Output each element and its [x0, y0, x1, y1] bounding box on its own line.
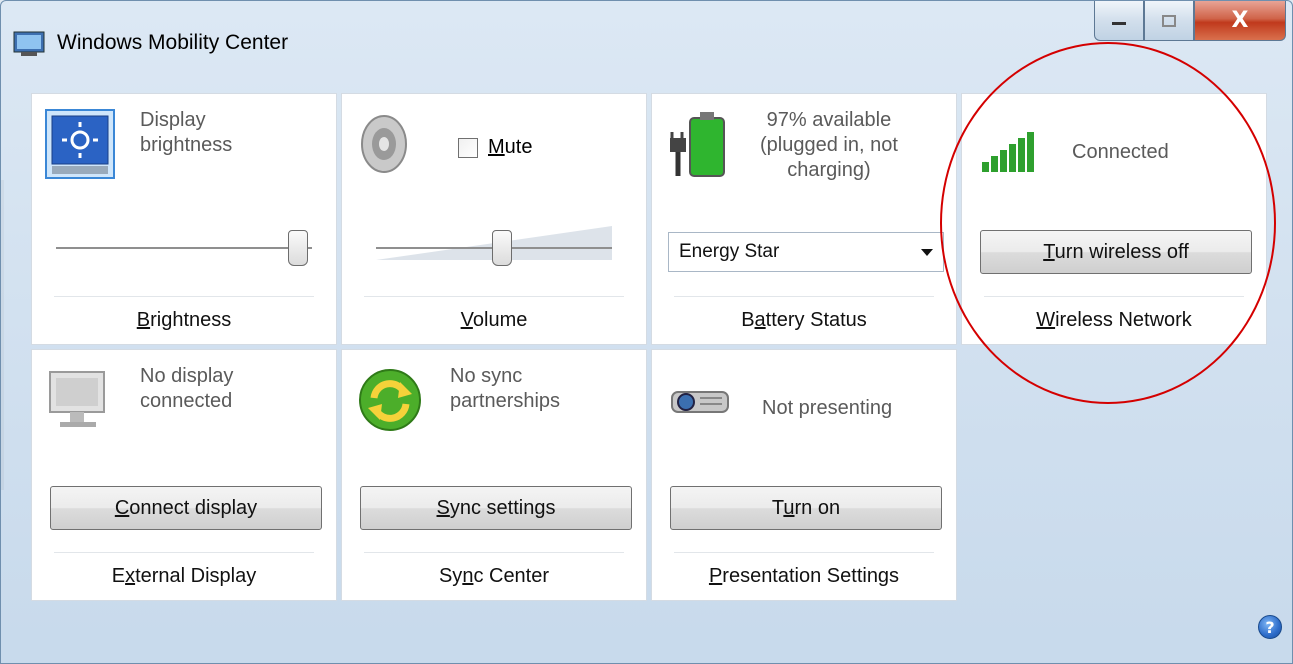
- connect-button-accel: C: [114, 497, 130, 519]
- sync-desc-line2: partnerships: [450, 390, 561, 412]
- battery-desc-line1: 97% available: [766, 109, 892, 131]
- sync-settings-button[interactable]: Sync settings: [360, 486, 632, 530]
- sync-desc-line1: No sync: [450, 365, 523, 387]
- divider: [54, 296, 314, 297]
- turn-wireless-off-button[interactable]: Turn wireless off: [980, 230, 1252, 274]
- sync-button-accel: S: [436, 497, 450, 519]
- wireless-name-rest: ireless Network: [1055, 309, 1192, 331]
- external-display-tile-name: External Display: [32, 565, 336, 588]
- divider: [674, 296, 934, 297]
- wireless-status: Connected: [1072, 141, 1169, 163]
- connect-display-button[interactable]: Connect display: [50, 486, 322, 530]
- wireless-accel: W: [1036, 309, 1056, 331]
- external-accel: x: [125, 565, 136, 587]
- power-plan-value: Energy Star: [679, 241, 780, 262]
- presentation-status: Not presenting: [762, 397, 893, 419]
- mute-label-rest: ute: [504, 136, 533, 158]
- help-icon[interactable]: ?: [1258, 615, 1282, 639]
- tile-volume: Mute Volume: [341, 93, 647, 345]
- external-desc-line2: connected: [140, 390, 233, 412]
- sync-accel: n: [462, 565, 474, 587]
- presentation-name-rest: resentation Settings: [722, 565, 900, 587]
- close-button[interactable]: X: [1194, 1, 1286, 41]
- sync-name-pre: Sy: [438, 565, 463, 587]
- divider: [364, 552, 624, 553]
- power-plan-select[interactable]: Energy Star: [668, 232, 944, 272]
- brightness-desc-line1: Display: [140, 109, 206, 131]
- tile-presentation-settings: Not presenting Turn on Presentation Sett…: [651, 349, 957, 601]
- battery-name-rest: ttery Status: [765, 309, 867, 331]
- battery-name-pre: B: [741, 309, 755, 331]
- external-name-pre: E: [111, 565, 126, 587]
- window-title: Windows Mobility Center: [57, 31, 289, 54]
- title-bar[interactable]: Windows Mobility Center X: [1, 1, 1292, 91]
- brightness-description: Display brightness: [140, 108, 232, 158]
- tile-grid: Display brightness Brightness Mute Volum…: [31, 93, 1271, 601]
- wireless-button-accel: T: [1043, 241, 1055, 263]
- tile-battery: 97% available (plugged in, not charging)…: [651, 93, 957, 345]
- maximize-icon: [1162, 14, 1176, 27]
- mobility-center-window: Windows Mobility Center X Display bright…: [0, 0, 1293, 664]
- external-name-rest: ternal Display: [135, 565, 257, 587]
- presentation-tile-name: Presentation Settings: [652, 565, 956, 588]
- tile-wireless: Connected Turn wireless off Wireless Net…: [961, 93, 1267, 345]
- battery-desc-line2: (plugged in, not: [760, 134, 898, 156]
- brightness-name-rest: rightness: [150, 309, 232, 331]
- close-icon: X: [1231, 8, 1249, 33]
- brightness-desc-line2: brightness: [140, 134, 233, 156]
- chevron-down-icon: [921, 249, 933, 256]
- mute-accel: M: [488, 136, 505, 158]
- volume-tile-name: Volume: [342, 309, 646, 332]
- connect-button-rest: onnect display: [129, 497, 258, 519]
- sync-icon[interactable]: [354, 364, 426, 436]
- sync-button-rest: ync settings: [449, 497, 556, 519]
- brightness-accel: B: [136, 309, 151, 331]
- divider: [54, 552, 314, 553]
- present-button-accel: u: [783, 497, 795, 519]
- volume-name-rest: olume: [472, 309, 528, 331]
- display-brightness-icon[interactable]: [44, 108, 116, 180]
- battery-desc-line3: charging): [787, 159, 871, 181]
- minimize-button[interactable]: [1094, 1, 1144, 41]
- mobility-center-icon: [13, 31, 45, 56]
- divider: [674, 552, 934, 553]
- brightness-slider-track[interactable]: [56, 247, 312, 249]
- turn-on-presentation-button[interactable]: Turn on: [670, 486, 942, 530]
- battery-description: 97% available (plugged in, not charging): [760, 108, 898, 183]
- volume-accel: V: [460, 309, 473, 331]
- external-display-description: No display connected: [140, 364, 233, 414]
- divider: [364, 296, 624, 297]
- sync-center-tile-name: Sync Center: [342, 565, 646, 588]
- volume-slider-thumb[interactable]: [492, 230, 512, 266]
- sync-name-rest: c Center: [473, 565, 550, 587]
- mute-label: Mute: [488, 136, 532, 159]
- presentation-accel: P: [708, 565, 723, 587]
- wireless-tile-name: Wireless Network: [962, 309, 1266, 332]
- present-button-rest: rn on: [794, 497, 841, 519]
- tile-sync-center: No sync partnerships Sync settings Sync …: [341, 349, 647, 601]
- sync-description: No sync partnerships: [450, 364, 560, 414]
- minimize-icon: [1112, 21, 1126, 25]
- present-button-pre: T: [771, 497, 784, 519]
- mute-checkbox-wrap[interactable]: Mute: [458, 136, 532, 159]
- projector-icon[interactable]: [664, 364, 736, 436]
- mute-checkbox[interactable]: [458, 137, 478, 158]
- wireless-button-rest: urn wireless off: [1054, 241, 1189, 263]
- tile-brightness: Display brightness Brightness: [31, 93, 337, 345]
- caption-buttons: X: [1094, 1, 1286, 45]
- battery-tile-name: Battery Status: [652, 309, 956, 332]
- speaker-icon[interactable]: [354, 108, 426, 180]
- wifi-signal-icon[interactable]: [974, 114, 1046, 186]
- maximize-button[interactable]: [1144, 1, 1194, 41]
- tile-external-display: No display connected Connect display Ext…: [31, 349, 337, 601]
- battery-plugged-icon[interactable]: [664, 108, 736, 180]
- brightness-tile-name: Brightness: [32, 309, 336, 332]
- monitor-icon[interactable]: [44, 364, 116, 436]
- external-desc-line1: No display: [140, 365, 234, 387]
- battery-accel: a: [754, 309, 766, 331]
- divider: [984, 296, 1244, 297]
- brightness-slider-thumb[interactable]: [288, 230, 308, 266]
